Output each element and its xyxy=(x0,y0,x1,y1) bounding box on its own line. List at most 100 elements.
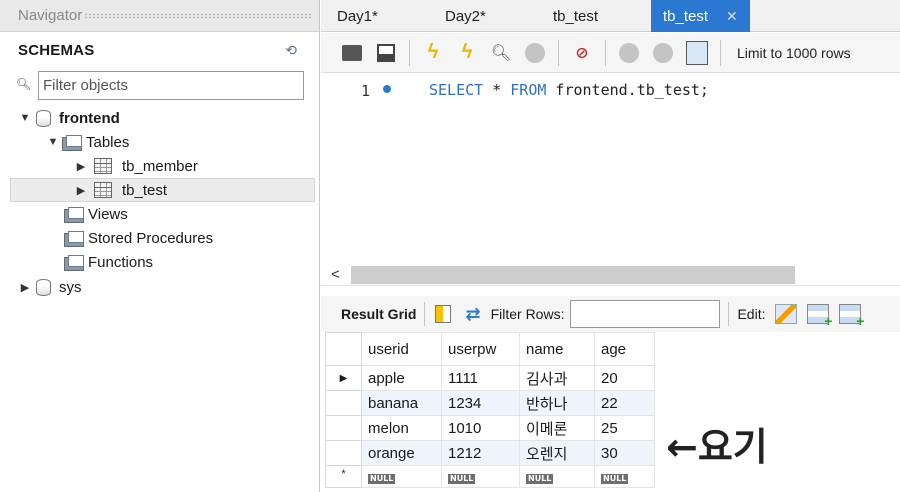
table-icon xyxy=(94,182,112,198)
cell-userid[interactable]: NULL xyxy=(361,465,442,488)
expand-down-icon[interactable]: ▼ xyxy=(46,136,60,148)
sql-statement[interactable]: SELECT * FROM frontend.tb_test; xyxy=(429,81,709,99)
stop-button[interactable] xyxy=(524,42,546,64)
tree-item-tables[interactable]: ▼ Tables xyxy=(46,130,129,154)
tab-tb-test-active[interactable]: tb_test ✕ xyxy=(651,0,750,32)
cell-age[interactable]: 30 xyxy=(594,440,655,466)
cell-age[interactable]: NULL xyxy=(594,465,655,488)
folder-icon xyxy=(64,206,84,223)
scroll-left-icon[interactable]: < xyxy=(331,266,340,283)
lightning-cursor-icon: ϟ xyxy=(461,41,473,63)
delete-row-icon[interactable] xyxy=(839,304,864,329)
cell-userpw[interactable]: 1212 xyxy=(441,440,520,466)
edit-label: Edit: xyxy=(737,306,766,322)
save-button[interactable] xyxy=(375,42,397,64)
execute-statement-button[interactable]: ϟ xyxy=(456,41,478,64)
navigator-header: Navigator xyxy=(0,0,319,32)
folder-icon xyxy=(62,134,82,151)
cell-name[interactable]: 반하나 xyxy=(519,390,595,416)
expand-right-icon[interactable]: ▶ xyxy=(74,184,88,197)
schemas-header: SCHEMAS ⟲ xyxy=(0,32,319,68)
expand-right-icon[interactable]: ▶ xyxy=(18,281,32,294)
execute-button[interactable]: ϟ xyxy=(422,41,444,64)
expand-down-icon[interactable]: ▼ xyxy=(18,112,32,124)
tab-day1[interactable]: Day1* xyxy=(325,0,390,32)
cell-userid[interactable]: apple xyxy=(361,365,442,391)
refresh-icon[interactable]: ⟲ xyxy=(285,42,297,59)
stop-on-error-button[interactable]: ⊘ xyxy=(571,42,593,64)
tab-label: tb_test xyxy=(663,7,709,25)
navigator-title: Navigator xyxy=(18,7,83,24)
cell-userid[interactable]: banana xyxy=(361,390,442,416)
cell-name[interactable]: 이메론 xyxy=(519,415,595,441)
column-header-age[interactable]: age xyxy=(594,332,655,366)
result-grid-label[interactable]: Result Grid xyxy=(341,306,416,322)
cell-age[interactable]: 22 xyxy=(594,390,655,416)
refresh-icon[interactable]: ⇄ xyxy=(465,304,480,325)
folder-icon xyxy=(64,254,84,271)
tree-item-views[interactable]: Views xyxy=(62,202,128,226)
sql-keyword-select: SELECT xyxy=(429,81,484,99)
filter-rows-input[interactable] xyxy=(570,300,721,328)
column-header-userid[interactable]: userid xyxy=(361,332,442,366)
cell-userpw[interactable]: NULL xyxy=(441,465,520,488)
toolbar-divider xyxy=(558,39,559,66)
explain-button[interactable]: 🔍︎ xyxy=(490,42,512,64)
tab-label: tb_test xyxy=(553,7,599,25)
table-row[interactable]: orange 1212 오렌지 30 xyxy=(325,440,655,466)
column-header-name[interactable]: name xyxy=(519,332,595,366)
cell-userid[interactable]: melon xyxy=(361,415,442,441)
cell-age[interactable]: 25 xyxy=(594,415,655,441)
table-icon xyxy=(94,158,112,174)
sql-keyword-from: FROM xyxy=(510,81,547,99)
cell-userpw[interactable]: 1010 xyxy=(441,415,520,441)
tab-label: Day2* xyxy=(445,7,486,25)
open-file-button[interactable] xyxy=(341,42,363,64)
annotation-label: ←요기 xyxy=(662,412,810,474)
table-row[interactable]: ▶ apple 1111 김사과 20 xyxy=(325,365,655,391)
filter-objects-input[interactable] xyxy=(38,70,304,100)
toolbar-divider xyxy=(720,39,721,66)
cell-name[interactable]: 오렌지 xyxy=(519,440,595,466)
autocommit-toggle[interactable] xyxy=(686,40,708,65)
tree-item-tb-member[interactable]: ▶ tb_member xyxy=(74,154,198,178)
sql-editor[interactable]: 1 SELECT * FROM frontend.tb_test; xyxy=(321,74,900,264)
cell-userpw[interactable]: 1234 xyxy=(441,390,520,416)
tree-item-frontend[interactable]: ▼ frontend xyxy=(18,106,120,130)
grid-layout-icon[interactable] xyxy=(435,305,452,323)
commit-button[interactable] xyxy=(618,42,640,64)
column-header-userpw[interactable]: userpw xyxy=(441,332,520,366)
cell-userid[interactable]: orange xyxy=(361,440,442,466)
new-row-icon: * xyxy=(325,465,362,488)
tree-item-sys[interactable]: ▶ sys xyxy=(18,275,82,299)
editor-horizontal-scrollbar[interactable]: < xyxy=(321,264,900,286)
row-header xyxy=(325,415,362,441)
database-icon xyxy=(36,109,51,127)
cell-age[interactable]: 20 xyxy=(594,365,655,391)
new-row[interactable]: * NULL NULL NULL NULL xyxy=(325,465,655,488)
table-row[interactable]: banana 1234 반하나 22 xyxy=(325,390,655,416)
cell-name[interactable]: NULL xyxy=(519,465,595,488)
cell-name[interactable]: 김사과 xyxy=(519,365,595,391)
magnifier-icon: 🔍︎ xyxy=(490,44,512,62)
scrollbar-thumb[interactable] xyxy=(351,266,795,284)
table-row[interactable]: melon 1010 이메론 25 xyxy=(325,415,655,441)
tree-item-functions[interactable]: Functions xyxy=(62,250,153,274)
tree-item-stored-procedures[interactable]: Stored Procedures xyxy=(62,226,213,250)
tree-item-tb-test[interactable]: ▶ tb_test xyxy=(10,178,315,202)
tab-day2[interactable]: Day2* xyxy=(433,0,498,32)
sql-table-ref: frontend.tb_test; xyxy=(546,81,709,99)
panel-grip[interactable] xyxy=(84,12,313,19)
error-stop-icon: ⊘ xyxy=(575,44,589,62)
schema-label: sys xyxy=(59,278,82,296)
tab-tb-test[interactable]: tb_test xyxy=(541,0,610,32)
rollback-button[interactable] xyxy=(652,42,674,64)
cell-userpw[interactable]: 1111 xyxy=(441,365,520,391)
expand-right-icon[interactable]: ▶ xyxy=(74,160,88,173)
autocommit-icon xyxy=(686,40,708,65)
add-row-icon[interactable] xyxy=(807,304,832,329)
close-icon[interactable]: ✕ xyxy=(726,8,738,25)
result-grid[interactable]: userid userpw name age ▶ apple 1111 김사과 … xyxy=(325,332,655,488)
edit-row-icon[interactable] xyxy=(775,304,798,324)
limit-rows-select[interactable]: Limit to 1000 rows xyxy=(733,45,851,61)
